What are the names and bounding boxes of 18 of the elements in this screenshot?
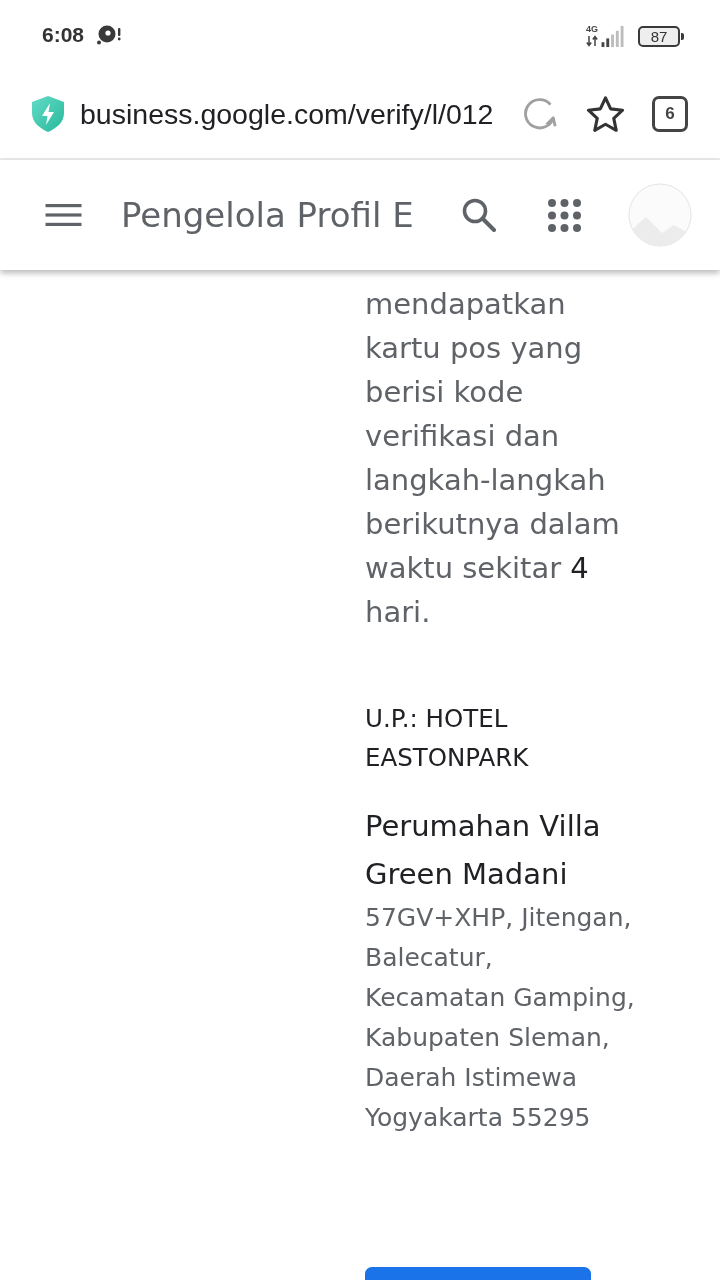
- search-icon[interactable]: [462, 198, 496, 232]
- app-title: Pengelola Profil E: [121, 195, 415, 235]
- address-text: 57GV+XHP, Jitengan, Balecatur, Kecamatan Gamping, Kabupaten Sleman, Daerah Istimewa Yogyakarta 55295: [365, 902, 636, 1134]
- url-text[interactable]: business.google.com/verify/l/012: [80, 97, 510, 131]
- reload-icon[interactable]: [524, 97, 558, 131]
- disc-alert-icon: [96, 25, 123, 45]
- menu-icon[interactable]: [45, 204, 82, 226]
- network-type-label: 4G: [586, 23, 598, 34]
- address-title: Perumahan Villa Green Madani: [365, 808, 602, 893]
- signal-bars-icon: [601, 25, 625, 47]
- clock-time: 6:08: [42, 23, 85, 47]
- apps-grid-icon[interactable]: [548, 198, 581, 232]
- star-icon[interactable]: [586, 95, 625, 133]
- tab-count-button[interactable]: 6: [652, 96, 688, 132]
- recipient-line: U.P.: HOTEL EASTONPARK: [365, 703, 530, 774]
- data-arrows-icon: [586, 34, 598, 47]
- verification-message: mendapatkan kartu pos yang berisi kode verifikasi dan langkah-langkah berikutnya dalam waktu sekitar 4 hari.: [365, 286, 621, 631]
- battery-indicator: 87: [638, 25, 684, 47]
